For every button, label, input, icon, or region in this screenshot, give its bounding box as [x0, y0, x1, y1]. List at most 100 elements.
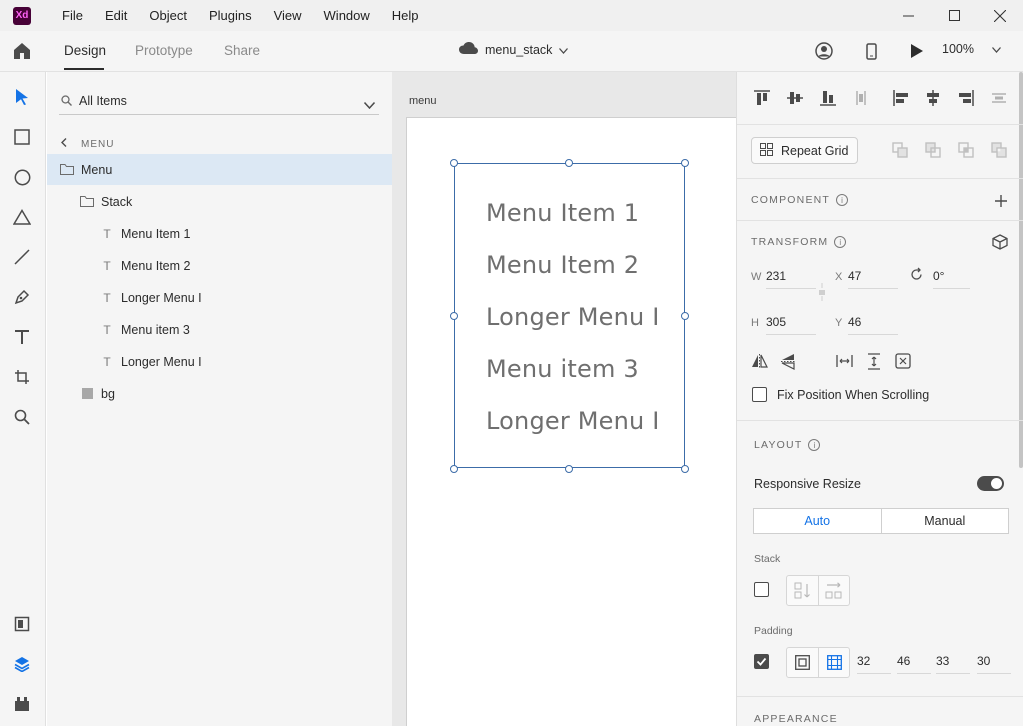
align-bottom-icon[interactable] — [818, 88, 838, 108]
document-title[interactable]: menu_stack — [459, 42, 569, 57]
align-center-icon[interactable] — [923, 88, 943, 108]
plugins-icon[interactable] — [12, 694, 32, 714]
resize-handle[interactable] — [565, 465, 573, 473]
resize-handle[interactable] — [565, 159, 573, 167]
boolean-add-icon[interactable] — [890, 140, 910, 160]
padding-bottom-field[interactable]: 33 — [936, 654, 970, 674]
resize-handle[interactable] — [450, 312, 458, 320]
padding-right-field[interactable]: 46 — [897, 654, 931, 674]
zoom-level[interactable]: 100% — [942, 42, 1001, 56]
artboard[interactable]: Menu Item 1 Menu Item 2 Longer Menu I Me… — [406, 117, 736, 726]
play-icon[interactable] — [907, 41, 927, 61]
resize-handle[interactable] — [681, 159, 689, 167]
assets-icon[interactable] — [12, 614, 32, 634]
resize-handle[interactable] — [450, 159, 458, 167]
tab-design[interactable]: Design — [64, 43, 106, 58]
padding-left-field[interactable]: 30 — [977, 654, 1011, 674]
align-right-icon[interactable] — [956, 88, 976, 108]
pen-icon[interactable] — [12, 287, 32, 307]
fix-position-checkbox[interactable] — [752, 387, 767, 402]
fit-width-icon[interactable] — [834, 351, 854, 371]
flip-vertical-icon[interactable] — [778, 351, 798, 371]
x-field[interactable]: 47 — [848, 269, 898, 289]
lock-aspect-icon[interactable] — [812, 281, 832, 303]
flip-horizontal-icon[interactable] — [749, 351, 769, 371]
stack-vertical-icon[interactable] — [787, 576, 818, 605]
layer-row-menu-item-2[interactable]: T Menu Item 2 — [47, 250, 392, 281]
distribute-horizontal-icon[interactable] — [989, 88, 1009, 108]
width-field[interactable]: 231 — [766, 269, 816, 289]
maximize-icon[interactable] — [931, 0, 977, 31]
fit-content-icon[interactable] — [893, 351, 913, 371]
padding-individual-icon[interactable] — [818, 648, 849, 677]
layer-row-bg[interactable]: bg — [47, 378, 392, 409]
select-icon[interactable] — [12, 87, 32, 107]
device-preview-icon[interactable] — [861, 41, 881, 61]
rectangle-icon[interactable] — [12, 127, 32, 147]
minimize-icon[interactable] — [885, 0, 931, 31]
y-field[interactable]: 46 — [848, 315, 898, 335]
ellipse-icon[interactable] — [12, 167, 32, 187]
height-field[interactable]: 305 — [766, 315, 816, 335]
canvas[interactable]: menu Menu Item 1 Menu Item 2 Longer Menu… — [392, 72, 736, 726]
repeat-grid-button[interactable]: Repeat Grid — [751, 137, 858, 164]
menu-object[interactable]: Object — [138, 8, 198, 23]
resize-handle[interactable] — [450, 465, 458, 473]
text-icon[interactable] — [12, 327, 32, 347]
3d-transform-icon[interactable] — [990, 232, 1010, 252]
menu-edit[interactable]: Edit — [94, 8, 138, 23]
menu-file[interactable]: File — [51, 8, 94, 23]
boolean-intersect-icon[interactable] — [956, 140, 976, 160]
stack-horizontal-icon[interactable] — [818, 576, 849, 605]
menu-window[interactable]: Window — [313, 8, 381, 23]
resize-auto-option[interactable]: Auto — [754, 509, 881, 533]
padding-uniform-icon[interactable] — [787, 648, 818, 677]
resize-handle[interactable] — [681, 465, 689, 473]
rotation-field[interactable]: 0° — [933, 269, 970, 289]
fit-height-icon[interactable] — [864, 351, 884, 371]
add-component-icon[interactable] — [991, 191, 1011, 211]
info-icon[interactable]: i — [836, 194, 849, 206]
layers-icon[interactable] — [12, 654, 32, 674]
padding-top-field[interactable]: 32 — [857, 654, 891, 674]
align-middle-icon[interactable] — [785, 88, 805, 108]
home-icon[interactable] — [12, 41, 32, 61]
layer-row-menu-item-1[interactable]: T Menu Item 1 — [47, 218, 392, 249]
resize-manual-option[interactable]: Manual — [880, 509, 1009, 533]
canvas-menu-item[interactable]: Longer Menu I — [486, 407, 660, 435]
menu-plugins[interactable]: Plugins — [198, 8, 263, 23]
artboard-label[interactable]: menu — [409, 95, 437, 107]
tab-prototype[interactable]: Prototype — [135, 43, 193, 58]
stack-group[interactable]: Menu Item 1 Menu Item 2 Longer Menu I Me… — [454, 163, 685, 468]
stack-checkbox[interactable] — [754, 582, 769, 597]
menu-view[interactable]: View — [263, 8, 313, 23]
polygon-icon[interactable] — [12, 207, 32, 227]
padding-checkbox[interactable] — [754, 654, 769, 669]
close-icon[interactable] — [977, 0, 1023, 31]
share-user-icon[interactable] — [814, 41, 834, 61]
inspector-scrollbar[interactable] — [1019, 72, 1023, 468]
menu-help[interactable]: Help — [381, 8, 430, 23]
layer-row-stack[interactable]: Stack — [47, 186, 392, 217]
layer-row-longer-menu-1[interactable]: T Longer Menu I — [47, 282, 392, 313]
align-left-icon[interactable] — [891, 88, 911, 108]
align-top-icon[interactable] — [752, 88, 772, 108]
layers-filter[interactable]: All Items — [59, 87, 379, 115]
info-icon[interactable]: i — [808, 439, 821, 451]
boolean-subtract-icon[interactable] — [923, 140, 943, 160]
canvas-menu-item[interactable]: Longer Menu I — [486, 303, 660, 331]
responsive-resize-toggle[interactable] — [977, 476, 1004, 491]
canvas-menu-item[interactable]: Menu Item 1 — [486, 199, 639, 227]
boolean-exclude-icon[interactable] — [989, 140, 1009, 160]
artboard-icon[interactable] — [12, 367, 32, 387]
canvas-menu-item[interactable]: Menu Item 2 — [486, 251, 639, 279]
layer-row-longer-menu-2[interactable]: T Longer Menu I — [47, 346, 392, 377]
info-icon[interactable]: i — [834, 236, 847, 248]
layer-row-menu-item-3[interactable]: T Menu item 3 — [47, 314, 392, 345]
distribute-vertical-icon[interactable] — [851, 88, 871, 108]
canvas-menu-item[interactable]: Menu item 3 — [486, 355, 639, 383]
line-icon[interactable] — [12, 247, 32, 267]
breadcrumb[interactable]: MENU — [61, 138, 114, 150]
tab-share[interactable]: Share — [224, 43, 260, 58]
resize-handle[interactable] — [681, 312, 689, 320]
